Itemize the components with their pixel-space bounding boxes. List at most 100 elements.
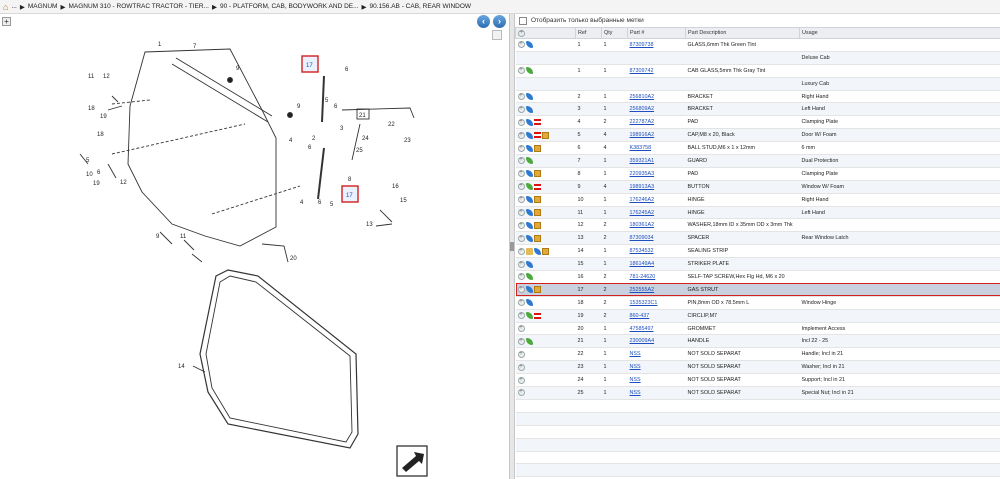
callout-6[interactable]: 6 [345, 67, 349, 73]
blue-arrow-icon[interactable] [533, 247, 541, 255]
breadcrumb-item[interactable]: MAGNUM [28, 3, 58, 10]
callout-6[interactable]: 6 [97, 170, 101, 176]
table-row[interactable]: +4 2 222787A2 PAD Clamping Plate [515, 115, 1000, 130]
blue-arrow-icon[interactable] [525, 41, 533, 49]
part-number-link[interactable]: 252555A2 [630, 287, 655, 293]
plus-icon[interactable]: + [517, 157, 525, 165]
blue-arrow-icon[interactable] [525, 209, 533, 217]
blue-arrow-icon[interactable] [525, 260, 533, 268]
table-row[interactable]: +19 2 860-437 CIRCLIP,M7 [515, 309, 1000, 323]
row-part-number[interactable]: NSS [627, 360, 686, 375]
plus-icon[interactable]: + [517, 273, 525, 281]
plus-icon[interactable]: + [517, 209, 525, 217]
callout-13[interactable]: 13 [366, 222, 373, 228]
table-row[interactable]: +1 1 87309742 CAB GLASS,5mm Thk Gray Tint [515, 64, 1000, 78]
callout-7[interactable]: 7 [193, 44, 197, 50]
part-number-link[interactable]: 359321A1 [630, 158, 655, 164]
part-number-link[interactable]: 176246A2 [630, 197, 655, 203]
callout-25[interactable]: 25 [356, 148, 363, 154]
box-icon[interactable] [533, 144, 541, 152]
callout-4[interactable]: 4 [300, 200, 304, 206]
blue-arrow-icon[interactable] [525, 170, 533, 178]
column-header-select[interactable]: + [515, 27, 576, 39]
table-row[interactable]: +23 1 NSS NOT SOLD SEPARAT Washer; Incl in 2… [515, 360, 1000, 375]
callout-9[interactable]: 9 [297, 104, 301, 110]
table-row[interactable]: +12 2 180361A2 WASHER,18mm ID x 35mm OD x 3… [515, 218, 1000, 233]
plus-icon[interactable]: + [517, 196, 525, 204]
parts-diagram[interactable]: 17 17 1 7 9 9 11 12 18 19 18 6 5 6 3 2 4… [0, 14, 509, 479]
row-part-number[interactable]: 198916A2 [627, 128, 686, 143]
table-row[interactable]: +16 2 781-24620 SELF-TAP SCREW,Hex Flg Hd, … [515, 270, 1000, 284]
row-part-number[interactable]: 198913A3 [627, 180, 686, 194]
callout-17-bottom[interactable]: 17 [346, 193, 353, 199]
plus-icon[interactable]: + [517, 183, 525, 191]
plus-icon[interactable]: + [518, 29, 525, 37]
row-part-number[interactable]: 256810A2 [627, 90, 686, 104]
row-part-number[interactable]: NSS [627, 373, 686, 388]
table-row[interactable]: +10 1 176246A2 HINGE Right Hand [515, 193, 1000, 207]
row-part-number[interactable]: 256809A2 [627, 102, 686, 117]
callout-12[interactable]: 12 [103, 74, 110, 80]
table-row[interactable]: +13 2 87309034 SPACER Rear Window Latch [515, 231, 1000, 246]
green-arrow-icon[interactable] [525, 312, 533, 320]
green-arrow-icon[interactable] [525, 183, 533, 191]
plus-icon[interactable]: + [517, 221, 525, 229]
box-icon[interactable] [533, 170, 541, 178]
plus-icon[interactable]: + [517, 234, 525, 242]
green-arrow-icon[interactable] [525, 67, 533, 75]
plus-icon[interactable]: + [517, 389, 525, 397]
callout-11[interactable]: 11 [88, 74, 95, 80]
callout-20[interactable]: 20 [290, 256, 297, 262]
callout-5[interactable]: 5 [86, 158, 90, 164]
table-row[interactable]: Deluxe Cab [515, 51, 1000, 65]
blue-arrow-icon[interactable] [525, 221, 533, 229]
row-part-number[interactable]: 252555A2 [627, 283, 686, 297]
blue-arrow-icon[interactable] [525, 299, 533, 307]
red-flag-icon[interactable] [533, 119, 541, 126]
callout-18[interactable]: 18 [88, 106, 95, 112]
breadcrumb-item[interactable]: 90 - PLATFORM, CAB, BODYWORK AND DE... [220, 3, 359, 10]
table-row[interactable]: Luxury Cab [515, 77, 1000, 91]
callout-12[interactable]: 12 [120, 180, 127, 186]
home-icon[interactable]: ⌂ [3, 2, 8, 12]
row-part-number[interactable]: 220935A3 [627, 167, 686, 181]
plus-icon[interactable]: + [517, 41, 525, 49]
box-icon[interactable] [533, 221, 541, 229]
part-number-link[interactable]: K383758 [630, 145, 652, 151]
plus-icon[interactable]: + [517, 312, 525, 320]
row-part-number[interactable]: 230009A4 [627, 334, 686, 349]
plus-icon[interactable]: + [517, 350, 525, 358]
callout-5[interactable]: 5 [325, 98, 329, 104]
part-number-link[interactable]: NSS [630, 390, 641, 396]
part-number-link[interactable]: 781-24620 [630, 274, 656, 280]
plus-icon[interactable]: + [517, 286, 525, 294]
plus-icon[interactable]: + [517, 247, 525, 255]
plus-icon[interactable]: + [517, 144, 525, 152]
table-row[interactable]: +24 1 NSS NOT SOLD SEPARAT Support; Incl in … [515, 373, 1000, 388]
callout-21[interactable]: 21 [359, 113, 366, 119]
row-part-number[interactable]: 180361A2 [627, 218, 686, 233]
export-icon[interactable] [396, 445, 428, 477]
folder-icon[interactable] [525, 247, 533, 255]
plus-icon[interactable]: + [517, 67, 525, 75]
table-row[interactable]: +11 1 176245A2 HINGE Left Hand [515, 206, 1000, 220]
plus-icon[interactable]: + [517, 131, 525, 139]
table-row[interactable]: +15 1 186149A4 STRIKER PLATE [515, 257, 1000, 272]
callout-24[interactable]: 24 [362, 136, 369, 142]
part-number-link[interactable]: 176245A2 [630, 210, 655, 216]
plus-icon[interactable]: + [517, 118, 525, 126]
callout-3[interactable]: 3 [340, 126, 344, 132]
box-icon[interactable] [533, 234, 541, 242]
part-number-link[interactable]: 87309738 [630, 42, 654, 48]
callout-16[interactable]: 16 [392, 184, 399, 190]
row-part-number[interactable]: 176246A2 [627, 193, 686, 207]
callout-6[interactable]: 6 [318, 200, 322, 206]
callout-19[interactable]: 19 [93, 181, 100, 187]
plus-icon[interactable]: + [517, 325, 525, 333]
table-row[interactable]: +17 2 252555A2 GAS STRUT [515, 283, 1000, 297]
part-number-link[interactable]: 230009A4 [630, 338, 655, 344]
row-part-number[interactable]: 47585497 [627, 322, 686, 336]
callout-6[interactable]: 6 [308, 145, 312, 151]
blue-arrow-icon[interactable] [525, 118, 533, 126]
callout-14[interactable]: 14 [178, 364, 185, 370]
